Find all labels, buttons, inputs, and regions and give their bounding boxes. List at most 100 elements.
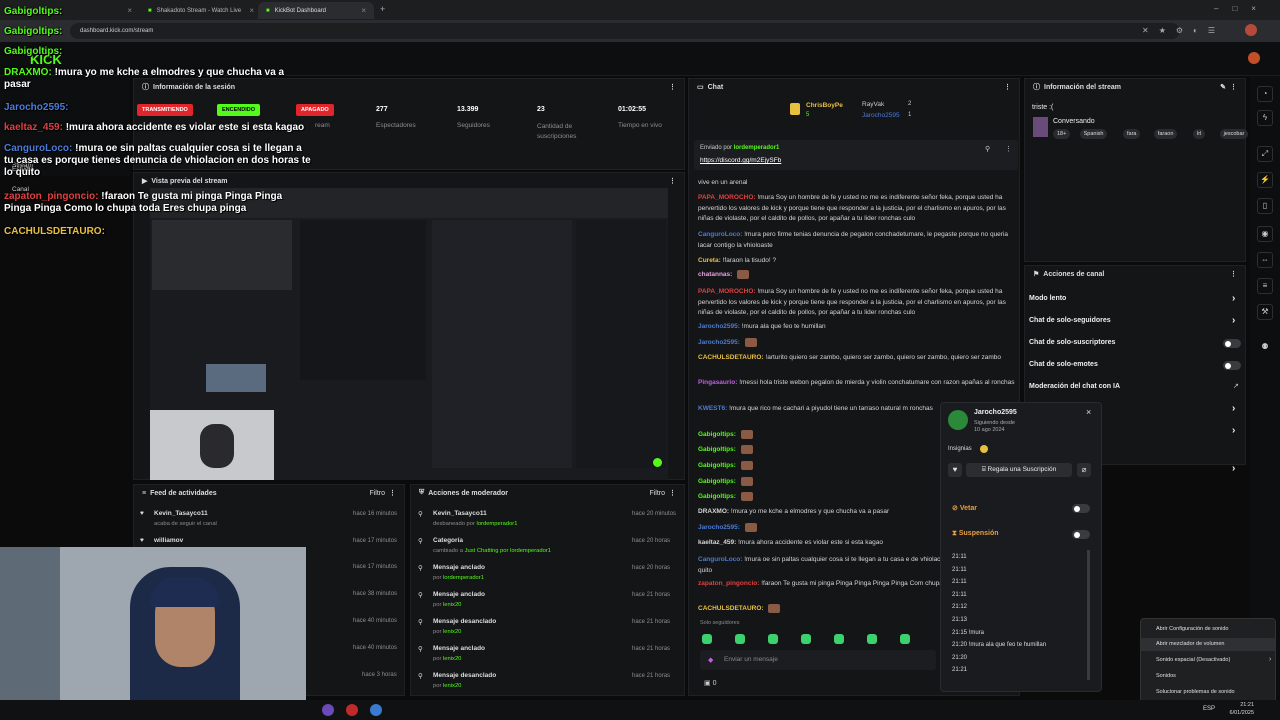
flash-icon[interactable]: ⚡	[1257, 172, 1273, 188]
filter-button[interactable]: Filtro	[369, 490, 385, 497]
emotes-only-action[interactable]: Chat de solo-emotes	[1029, 361, 1098, 368]
slow-mode-action[interactable]: Modo lento	[1029, 295, 1066, 302]
heart-icon[interactable]: ♥	[948, 463, 962, 477]
subscribers-only-toggle[interactable]	[1223, 339, 1241, 348]
expand-icon[interactable]: ⤢	[1257, 146, 1273, 162]
tag-chip[interactable]: jescobar	[1219, 129, 1249, 139]
mod-action-by[interactable]: lenix20	[443, 656, 461, 662]
top-gifter[interactable]: ChrisBoyPe	[806, 102, 843, 109]
chat-username[interactable]: Jarocho2595:	[698, 323, 740, 330]
chat-username[interactable]: Jarocho2595:	[698, 524, 740, 531]
mod-action-name[interactable]: Mensaje anclado	[433, 564, 485, 571]
link-icon[interactable]: ⇔	[1257, 252, 1273, 268]
chat-username[interactable]: Gabigoltips:	[698, 431, 736, 438]
mod-action-name[interactable]: Mensaje anclado	[433, 591, 485, 598]
chat-username[interactable]: CACHULSDETAURO:	[698, 354, 764, 361]
chat-username[interactable]: Jarocho2595:	[698, 339, 740, 346]
more-icon[interactable]: ⋮	[1005, 145, 1012, 153]
emote-icon[interactable]	[735, 634, 745, 644]
chat-username[interactable]: zapaton_pingoncio:	[698, 580, 759, 587]
chat-username[interactable]: kaeltaz_459:	[698, 539, 736, 546]
menu-item[interactable]: Abrir mezclador de volumen	[1156, 641, 1224, 647]
feed-user[interactable]: williamov	[154, 537, 183, 544]
subscribers-only-action[interactable]: Chat de solo-suscriptores	[1029, 339, 1115, 346]
mod-action-by[interactable]: lordemperador1	[477, 521, 518, 527]
chat-username[interactable]: CACHULSDETAURO:	[698, 605, 764, 612]
emote-icon[interactable]	[768, 634, 778, 644]
mod-action-name[interactable]: Mensaje desanclado	[433, 618, 496, 625]
mod-action-by[interactable]: Just Chatting por lordemperador1	[465, 548, 551, 554]
filter-button[interactable]: Filtro	[649, 490, 665, 497]
app-icon[interactable]	[370, 704, 382, 716]
emote-icon[interactable]	[702, 634, 712, 644]
window-controls[interactable]: –□×	[1214, 4, 1270, 13]
lightning-icon[interactable]: ϟ	[1257, 110, 1273, 126]
menu-item[interactable]: Sonido espacial (Desactivado)	[1156, 657, 1230, 663]
link-icon[interactable]: ⌀	[1077, 463, 1091, 477]
chat-username[interactable]: Gabigoltips:	[698, 446, 736, 453]
chat-username[interactable]: DRAXMO:	[698, 508, 729, 515]
language-indicator[interactable]: ESP	[1203, 706, 1215, 712]
chat-username[interactable]: CanguroLoco:	[698, 231, 742, 238]
chat-bubble-icon[interactable]: ◉	[1257, 226, 1273, 242]
mod-action-name[interactable]: Mensaje desanclado	[433, 672, 496, 679]
tag-chip[interactable]: Spanish	[1079, 129, 1108, 139]
close-icon[interactable]: ×	[249, 6, 254, 15]
mod-action-by[interactable]: lenix20	[443, 629, 461, 635]
more-icon[interactable]: ⋮	[669, 83, 676, 91]
chat-username[interactable]: chatannas:	[698, 271, 732, 278]
close-icon[interactable]: ×	[1086, 407, 1091, 417]
browser-tab[interactable]: ■ Shakadoto Stream - Watch Live ×	[140, 2, 262, 19]
avatar[interactable]	[1245, 24, 1257, 36]
top-gifter[interactable]: RayVak	[862, 101, 884, 108]
mod-action-name[interactable]: Kevin_Tasayco11	[433, 510, 487, 517]
close-icon[interactable]: ×	[361, 6, 366, 15]
chevron-right-icon[interactable]: ›	[1232, 403, 1235, 414]
mod-action-by[interactable]: lenix20	[443, 683, 461, 689]
tag-chip[interactable]: lrl	[1193, 129, 1206, 139]
url-input[interactable]: dashboard.kick.com/stream	[70, 23, 1180, 39]
more-icon[interactable]: ⋮	[1230, 270, 1237, 278]
category-name[interactable]: Conversando	[1053, 118, 1095, 125]
users-icon[interactable]: ⚉	[1257, 340, 1273, 356]
tag-chip[interactable]: 18+	[1053, 129, 1071, 139]
list-icon[interactable]: ≡	[1257, 278, 1273, 294]
new-tab-icon[interactable]: +	[380, 4, 385, 14]
chat-username[interactable]: CanguroLoco:	[698, 556, 742, 563]
avatar[interactable]	[1248, 52, 1260, 64]
emote-icon[interactable]	[900, 634, 910, 644]
mod-action-by[interactable]: lordemperador1	[443, 575, 484, 581]
ban-toggle[interactable]	[1072, 504, 1090, 513]
menu-item[interactable]: Solucionar problemas de sonido	[1156, 689, 1235, 695]
close-icon[interactable]: ×	[127, 6, 132, 15]
gift-sub-button[interactable]: ⌸ Regala una Suscripción	[966, 463, 1072, 477]
mod-action-name[interactable]: Mensaje anclado	[433, 645, 485, 652]
more-icon[interactable]: ⋮	[389, 489, 396, 497]
menu-item[interactable]: Sonidos	[1156, 673, 1176, 679]
chevron-right-icon[interactable]: ›	[1232, 463, 1235, 474]
tag-chip[interactable]: faraon	[1153, 129, 1178, 139]
emotes-only-toggle[interactable]	[1223, 361, 1241, 370]
scrollbar[interactable]	[1087, 550, 1090, 680]
pin-icon[interactable]: ⚲	[985, 145, 990, 153]
chat-username[interactable]: Pingasaurio:	[698, 379, 737, 386]
chat-username[interactable]: PAPA_MOROCHO:	[698, 288, 756, 295]
mod-action-name[interactable]: Categoría	[433, 537, 463, 544]
more-icon[interactable]: ⋮	[669, 177, 676, 185]
chat-username[interactable]: Gabigoltips:	[698, 462, 736, 469]
browser-tab-active[interactable]: ■ KickBot Dashboard ×	[258, 2, 374, 19]
chat-username[interactable]: PAPA_MOROCHO:	[698, 194, 756, 201]
stream-video[interactable]	[150, 188, 668, 480]
edit-icon[interactable]: ✎	[1220, 83, 1226, 91]
more-icon[interactable]: ⋮	[1230, 83, 1237, 91]
feed-user[interactable]: Kevin_Tasayco11	[154, 510, 208, 517]
pinned-user[interactable]: lordemperador1	[734, 145, 780, 151]
emote-icon[interactable]	[801, 634, 811, 644]
ai-moderation-action[interactable]: Moderación del chat con IA	[1029, 383, 1120, 390]
chat-username[interactable]: KWEST6:	[698, 405, 727, 412]
more-icon[interactable]: ⋮	[1004, 83, 1011, 91]
chat-username[interactable]: Gabigoltips:	[698, 493, 736, 500]
top-gifter[interactable]: Jarocho2595	[862, 112, 900, 119]
external-link-icon[interactable]: ↗	[1233, 382, 1239, 390]
followers-only-action[interactable]: Chat de solo-seguidores	[1029, 317, 1111, 324]
